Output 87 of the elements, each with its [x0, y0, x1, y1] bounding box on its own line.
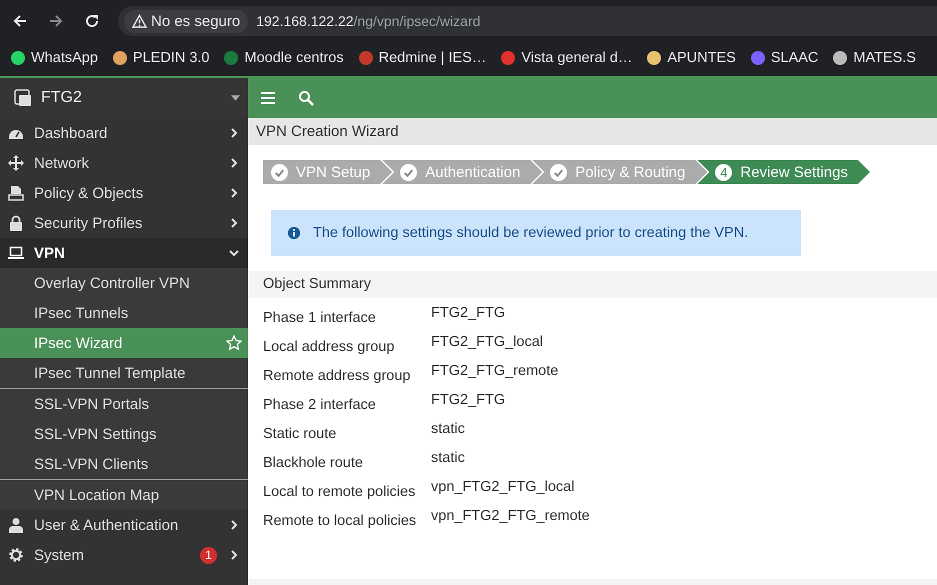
step-number: 4: [715, 164, 732, 180]
field-label: Blackhole route: [263, 454, 364, 473]
info-icon: [287, 226, 301, 240]
submenu-item[interactable]: Overlay Controller VPN: [0, 268, 248, 298]
wizard-step: Authentication: [382, 160, 542, 184]
lock-icon: [8, 215, 24, 231]
submenu-item[interactable]: IPsec Tunnel Template: [0, 358, 248, 388]
menu-item[interactable]: User & Authentication: [0, 510, 248, 540]
field-value: static: [431, 449, 465, 468]
field-value: FTG2_FTG: [431, 304, 506, 323]
field-value: static: [431, 420, 465, 439]
bookmark[interactable]: WhatsApp: [10, 50, 98, 66]
menu-item[interactable]: Policy & Objects: [0, 178, 248, 208]
forward-icon[interactable]: [48, 13, 64, 29]
bookmark[interactable]: MATES.S: [832, 50, 916, 66]
chevron-icon: [229, 520, 239, 530]
bookmark[interactable]: PLEDIN 3.0: [112, 50, 210, 66]
field-label: Remote to local policies: [263, 512, 418, 531]
address-bar[interactable]: No es seguro 192.168.122.22/ng/vpn/ipsec/wizard: [118, 6, 937, 36]
site-icon: [223, 50, 240, 66]
check-icon: [550, 164, 568, 180]
chevron-icon: [229, 248, 239, 258]
site-icon: [750, 50, 766, 66]
submenu-item[interactable]: IPsec Wizard: [0, 328, 248, 358]
wizard-step: Policy & Routing: [532, 160, 708, 184]
field-label: Remote address group: [263, 367, 412, 386]
menu-item[interactable]: VPN: [0, 238, 248, 268]
search-icon[interactable]: [298, 90, 314, 106]
bookmark[interactable]: SLAAC: [750, 50, 818, 66]
move-arrows-icon: [8, 155, 24, 171]
security-chip[interactable]: No es seguro: [124, 10, 248, 32]
warning-icon: [132, 14, 147, 28]
check-icon: [400, 164, 418, 180]
bookmark[interactable]: Redmine | IES…: [358, 50, 486, 66]
field-label: Local to remote policies: [263, 483, 416, 502]
field-label: Phase 1 interface: [263, 309, 377, 328]
submenu-item[interactable]: VPN Location Map: [0, 480, 248, 510]
gear-icon: [8, 547, 24, 563]
field-value: FTG2_FTG: [431, 391, 506, 410]
field-label: Local address group: [263, 338, 396, 357]
field-value: FTG2_FTG_remote: [431, 362, 558, 381]
submenu-item[interactable]: SSL-VPN Clients: [0, 449, 248, 479]
field-label: Static route: [263, 425, 338, 444]
site-icon: [358, 50, 374, 66]
site-icon: [112, 50, 128, 66]
info-text: The following settings should be reviewed prior to creating the VPN.: [313, 225, 748, 241]
star-icon[interactable]: [226, 335, 242, 351]
chevron-icon: [229, 128, 239, 138]
url-host: 192.168.122.22: [256, 13, 354, 29]
security-label: No es seguro: [151, 12, 240, 30]
chevron-icon: [229, 188, 239, 198]
submenu-item[interactable]: SSL-VPN Portals: [0, 389, 248, 419]
bookmark[interactable]: Moodle centros: [223, 50, 344, 66]
field-value: vpn_FTG2_FTG_remote: [431, 507, 590, 526]
back-icon[interactable]: [12, 13, 28, 29]
menu-icon[interactable]: [260, 90, 276, 106]
section-header: Object Summary: [248, 271, 937, 298]
chevron-icon: [229, 550, 239, 560]
menu-item[interactable]: Dashboard: [0, 118, 248, 148]
site-icon: [10, 50, 26, 66]
menu-item[interactable]: Security Profiles: [0, 208, 248, 238]
site-icon: [832, 50, 848, 66]
site-icon: [646, 50, 662, 66]
field-value: vpn_FTG2_FTG_local: [431, 478, 574, 497]
laptop-icon: [8, 245, 24, 261]
submenu-item[interactable]: SSL-VPN Settings: [0, 419, 248, 449]
site-icon: [500, 50, 516, 66]
check-icon: [271, 164, 288, 180]
user-icon: [8, 517, 24, 533]
chevron-icon: [229, 218, 239, 228]
wizard-step: 4 Review Settings: [697, 160, 870, 184]
caret-icon: [231, 95, 240, 101]
page-title: VPN Creation Wizard: [248, 118, 937, 145]
wizard-step: VPN Setup: [263, 160, 392, 184]
notification-badge: 1: [200, 546, 217, 564]
bookmark[interactable]: Vista general d…: [500, 50, 632, 66]
url-path: /ng/vpn/ipsec/wizard: [354, 13, 480, 29]
bookmark[interactable]: APUNTES: [646, 50, 736, 66]
menu-item[interactable]: System 1: [0, 540, 248, 570]
menu-item[interactable]: Network: [0, 148, 248, 178]
reload-icon[interactable]: [84, 13, 100, 29]
field-value: FTG2_FTG_local: [431, 333, 543, 352]
device-name: FTG2: [41, 89, 83, 107]
field-label: Phase 2 interface: [263, 396, 377, 415]
chevron-icon: [229, 158, 239, 168]
submenu-item[interactable]: IPsec Tunnels: [0, 298, 248, 328]
device-icon: [13, 88, 33, 108]
